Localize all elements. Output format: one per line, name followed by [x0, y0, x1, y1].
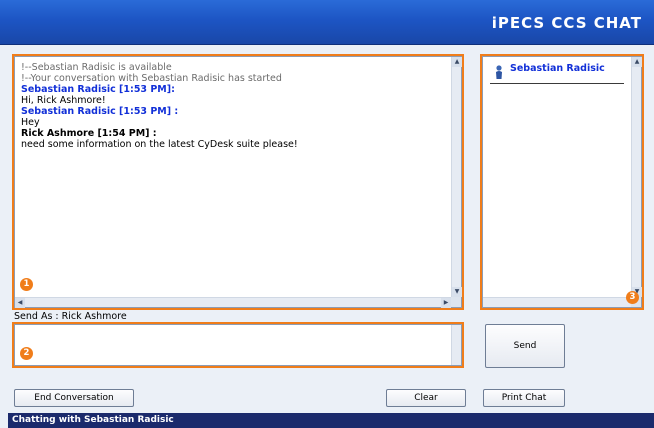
scroll-corner: [451, 297, 461, 307]
message-text: need some information on the latest CyDe…: [21, 139, 298, 150]
message-text: Hey: [21, 117, 40, 128]
conversation-panel: !--Sebastian Radisic is available !--You…: [14, 56, 462, 308]
status-bar: Chatting with Sebastian Radisic: [8, 413, 654, 428]
conversation-vertical-scrollbar[interactable]: ▲ ▼: [451, 57, 462, 297]
message-text: Hi, Rick Ashmore!: [21, 95, 106, 106]
conversation-log: !--Sebastian Radisic is available !--You…: [21, 62, 447, 150]
participants-vertical-scrollbar[interactable]: ▲ ▼: [631, 57, 642, 297]
send-button[interactable]: Send: [485, 324, 565, 368]
app-title: iPECS CCS CHAT: [491, 14, 642, 32]
participants-horizontal-scrollbar[interactable]: [483, 297, 631, 307]
send-as-label: Send As : Rick Ashmore: [14, 311, 127, 322]
app-header: iPECS CCS CHAT: [0, 0, 654, 45]
scroll-up-arrow-icon[interactable]: ▲: [452, 57, 462, 67]
participants-panel: Sebastian Radisic ▲ ▼: [482, 56, 642, 308]
user-icon: [496, 65, 502, 79]
scroll-left-arrow-icon[interactable]: ◀: [15, 298, 25, 308]
system-message: !--Sebastian Radisic is available: [21, 62, 172, 73]
sender-header: Rick Ashmore [1:54 PM] :: [21, 128, 157, 139]
end-conversation-button[interactable]: End Conversation: [14, 389, 134, 407]
scroll-up-arrow-icon[interactable]: ▲: [632, 57, 642, 67]
print-chat-button[interactable]: Print Chat: [483, 389, 565, 407]
participant-name: Sebastian Radisic: [510, 63, 605, 74]
participants-badge: 3: [626, 291, 639, 304]
scroll-down-arrow-icon[interactable]: ▼: [452, 287, 462, 297]
clear-button[interactable]: Clear: [386, 389, 466, 407]
sender-header: Sebastian Radisic [1:53 PM]:: [21, 84, 175, 95]
participant-item[interactable]: Sebastian Radisic: [490, 62, 624, 84]
scroll-right-arrow-icon[interactable]: ▶: [441, 298, 451, 308]
system-message: !--Your conversation with Sebastian Radi…: [21, 73, 282, 84]
conversation-badge: 1: [20, 278, 33, 291]
sender-header: Sebastian Radisic [1:53 PM] :: [21, 106, 179, 117]
compose-badge: 2: [20, 347, 33, 360]
compose-vertical-scrollbar[interactable]: [451, 325, 461, 365]
message-input[interactable]: [14, 324, 462, 366]
conversation-horizontal-scrollbar[interactable]: ◀ ▶: [15, 297, 451, 308]
